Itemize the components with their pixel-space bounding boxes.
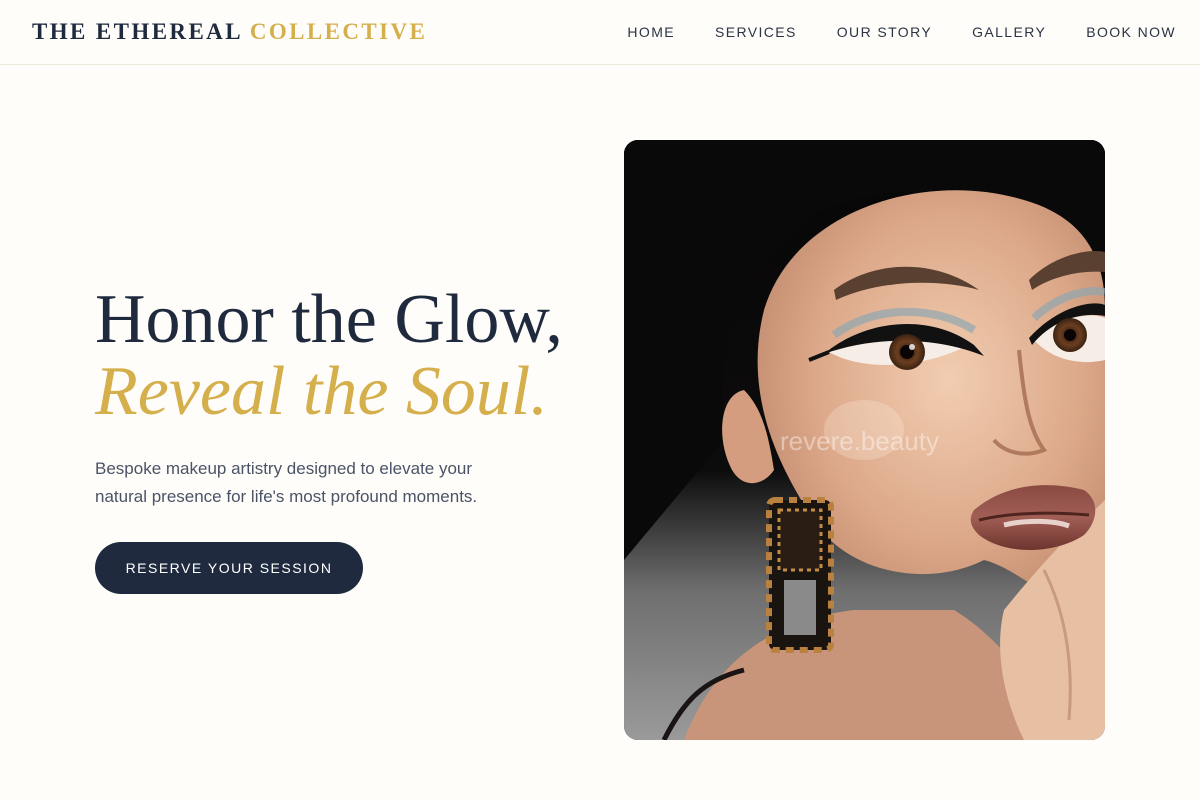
reserve-session-button[interactable]: RESERVE YOUR SESSION [95, 542, 363, 594]
image-watermark: revere.beauty [780, 426, 939, 456]
hero-title-line-2: Reveal the Soul. [95, 353, 548, 430]
main-nav: HOME SERVICES OUR STORY GALLERY BOOK NOW [627, 0, 1176, 64]
hero-title-line-1: Honor the Glow, [95, 281, 563, 358]
nav-book-now[interactable]: BOOK NOW [1086, 24, 1176, 40]
brand-logo[interactable]: THE ETHEREAL COLLECTIVE [32, 18, 427, 46]
nav-gallery[interactable]: GALLERY [972, 24, 1046, 40]
hero-title: Honor the Glow, Reveal the Soul. [95, 284, 563, 428]
logo-primary-text: THE ETHEREAL [32, 19, 242, 44]
nav-home[interactable]: HOME [627, 24, 675, 40]
nav-services[interactable]: SERVICES [715, 24, 797, 40]
hero-subtitle: Bespoke makeup artistry designed to elev… [95, 459, 478, 506]
site-header: THE ETHEREAL COLLECTIVE HOME SERVICES OU… [0, 0, 1200, 65]
hero-portrait-image: revere.beauty [624, 140, 1105, 740]
earring-graphic [766, 497, 834, 653]
logo-accent-text: COLLECTIVE [249, 19, 428, 44]
nav-our-story[interactable]: OUR STORY [837, 24, 932, 40]
